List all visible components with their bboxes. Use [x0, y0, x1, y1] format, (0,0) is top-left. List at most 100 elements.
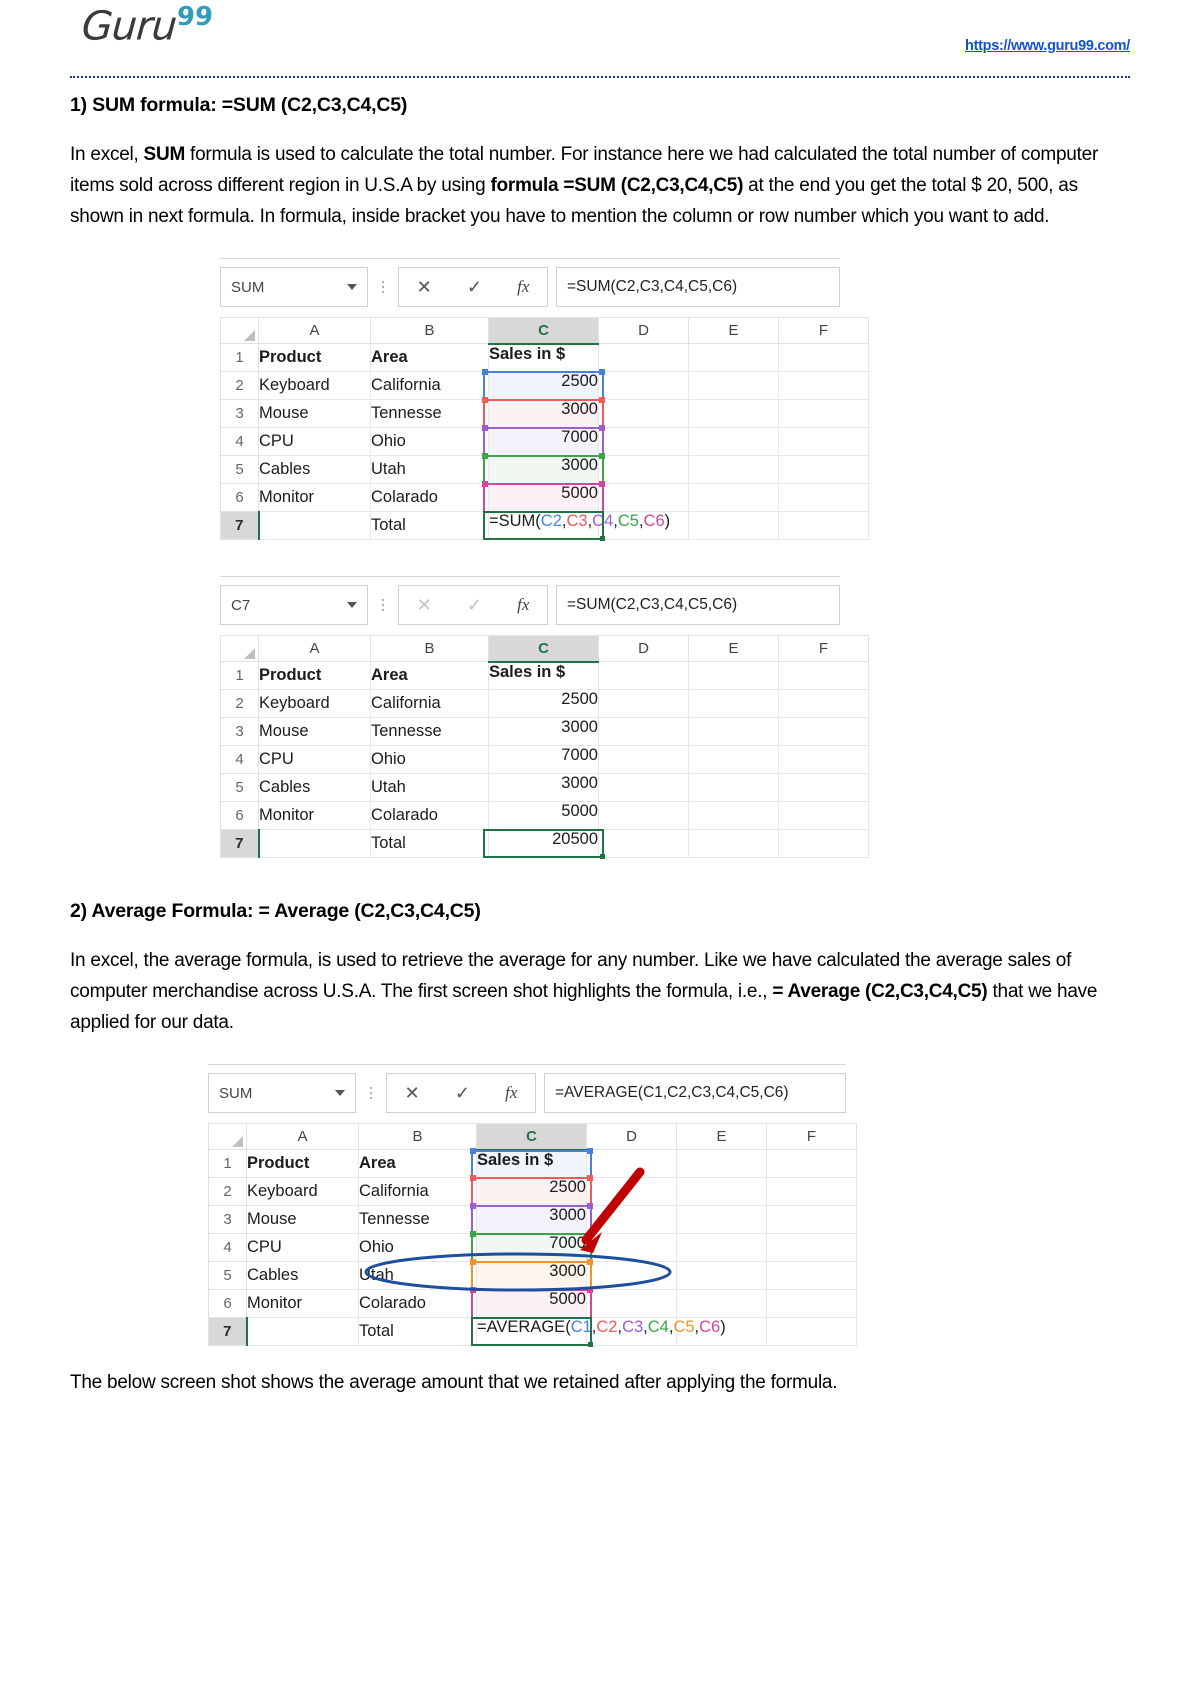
- insert-function-icon[interactable]: fx: [517, 277, 529, 297]
- row-header-4[interactable]: 4: [208, 1233, 247, 1262]
- cell-f2[interactable]: [778, 689, 869, 718]
- cell-f5[interactable]: [778, 455, 869, 484]
- cell-c1[interactable]: Sales in $: [488, 661, 599, 690]
- column-header-e[interactable]: E: [676, 1123, 767, 1150]
- cell-d1[interactable]: [586, 1149, 677, 1178]
- cell-e4[interactable]: [676, 1233, 767, 1262]
- site-url-link[interactable]: https://www.guru99.com/: [965, 38, 1130, 54]
- cell-f5[interactable]: [778, 773, 869, 802]
- cell-b1[interactable]: Area: [370, 343, 489, 372]
- cell-b3[interactable]: Tennesse: [370, 717, 489, 746]
- cell-f6[interactable]: [778, 801, 869, 830]
- cell-a6[interactable]: Monitor: [258, 801, 371, 830]
- cell-e7[interactable]: [688, 829, 779, 858]
- cell-d1[interactable]: [598, 661, 689, 690]
- cell-a6[interactable]: Monitor: [258, 483, 371, 512]
- chevron-down-icon[interactable]: [335, 1090, 345, 1096]
- row-header-4[interactable]: 4: [220, 427, 259, 456]
- cell-b6[interactable]: Colarado: [370, 483, 489, 512]
- cell-d6[interactable]: [586, 1289, 677, 1318]
- cell-d4[interactable]: [586, 1233, 677, 1262]
- cell-e5[interactable]: [676, 1261, 767, 1290]
- column-header-a[interactable]: A: [246, 1123, 359, 1150]
- cell-b5[interactable]: Utah: [358, 1261, 477, 1290]
- cancel-icon[interactable]: ✕: [405, 1084, 420, 1102]
- cell-a1[interactable]: Product: [246, 1149, 359, 1178]
- name-box[interactable]: SUM: [220, 267, 368, 307]
- cell-e5[interactable]: [688, 455, 779, 484]
- cell-d2[interactable]: [586, 1177, 677, 1206]
- column-header-c[interactable]: C: [488, 317, 599, 345]
- row-header-1[interactable]: 1: [208, 1149, 247, 1178]
- kebab-icon[interactable]: [356, 1073, 386, 1113]
- cell-d4[interactable]: [598, 427, 689, 456]
- cell-f4[interactable]: [778, 427, 869, 456]
- cell-a3[interactable]: Mouse: [246, 1205, 359, 1234]
- cell-f2[interactable]: [766, 1177, 857, 1206]
- cell-c5[interactable]: 3000: [470, 1259, 593, 1290]
- cell-f6[interactable]: [766, 1289, 857, 1318]
- cell-a7[interactable]: [258, 511, 371, 540]
- cell-a7[interactable]: [258, 829, 371, 858]
- chevron-down-icon[interactable]: [347, 284, 357, 290]
- column-header-b[interactable]: B: [358, 1123, 477, 1150]
- cell-c5[interactable]: 3000: [482, 453, 605, 484]
- cell-a4[interactable]: CPU: [258, 427, 371, 456]
- column-header-c[interactable]: C: [476, 1123, 587, 1151]
- cell-e5[interactable]: [688, 773, 779, 802]
- cell-e7[interactable]: [688, 511, 779, 540]
- cell-b4[interactable]: Ohio: [370, 745, 489, 774]
- select-all-corner[interactable]: [208, 1123, 247, 1150]
- cell-c5[interactable]: 3000: [488, 773, 599, 802]
- row-header-2[interactable]: 2: [220, 689, 259, 718]
- cell-c4[interactable]: 7000: [482, 425, 605, 456]
- kebab-icon[interactable]: [368, 585, 398, 625]
- row-header-3[interactable]: 3: [208, 1205, 247, 1234]
- column-header-f[interactable]: F: [766, 1123, 857, 1150]
- cell-c6[interactable]: 5000: [470, 1287, 593, 1318]
- cell-d5[interactable]: [598, 455, 689, 484]
- cell-c2[interactable]: 2500: [470, 1175, 593, 1206]
- cell-f4[interactable]: [766, 1233, 857, 1262]
- cell-f3[interactable]: [778, 717, 869, 746]
- cell-b7[interactable]: Total: [358, 1317, 477, 1346]
- cell-f2[interactable]: [778, 371, 869, 400]
- cell-a5[interactable]: Cables: [258, 773, 371, 802]
- cell-f4[interactable]: [778, 745, 869, 774]
- row-header-7[interactable]: 7: [220, 829, 260, 858]
- cell-e3[interactable]: [688, 399, 779, 428]
- cell-c7[interactable]: =SUM(C2,C3,C4,C5,C6): [483, 511, 670, 541]
- cell-a3[interactable]: Mouse: [258, 717, 371, 746]
- cell-d2[interactable]: [598, 689, 689, 718]
- row-header-1[interactable]: 1: [220, 661, 259, 690]
- cell-f3[interactable]: [766, 1205, 857, 1234]
- cell-d2[interactable]: [598, 371, 689, 400]
- confirm-icon[interactable]: ✓: [467, 596, 482, 614]
- cell-d1[interactable]: [598, 343, 689, 372]
- column-header-d[interactable]: D: [586, 1123, 677, 1150]
- select-all-corner[interactable]: [220, 635, 259, 662]
- cell-c7[interactable]: 20500: [483, 829, 605, 859]
- cancel-icon[interactable]: ✕: [417, 278, 432, 296]
- cell-e6[interactable]: [688, 483, 779, 512]
- insert-function-icon[interactable]: fx: [505, 1083, 517, 1103]
- cell-d7[interactable]: [598, 829, 689, 858]
- cell-b6[interactable]: Colarado: [370, 801, 489, 830]
- formula-bar[interactable]: =SUM(C2,C3,C4,C5,C6): [556, 267, 840, 307]
- cell-e3[interactable]: [676, 1205, 767, 1234]
- cell-a2[interactable]: Keyboard: [258, 371, 371, 400]
- cell-e1[interactable]: [676, 1149, 767, 1178]
- cell-f5[interactable]: [766, 1261, 857, 1290]
- cell-e6[interactable]: [688, 801, 779, 830]
- cell-a4[interactable]: CPU: [246, 1233, 359, 1262]
- cell-a5[interactable]: Cables: [246, 1261, 359, 1290]
- row-header-4[interactable]: 4: [220, 745, 259, 774]
- kebab-icon[interactable]: [368, 267, 398, 307]
- cell-b5[interactable]: Utah: [370, 773, 489, 802]
- cell-e4[interactable]: [688, 427, 779, 456]
- cell-f7[interactable]: [766, 1317, 857, 1346]
- cell-d5[interactable]: [598, 773, 689, 802]
- name-box[interactable]: C7: [220, 585, 368, 625]
- cell-c1[interactable]: Sales in $: [488, 343, 599, 372]
- row-header-2[interactable]: 2: [208, 1177, 247, 1206]
